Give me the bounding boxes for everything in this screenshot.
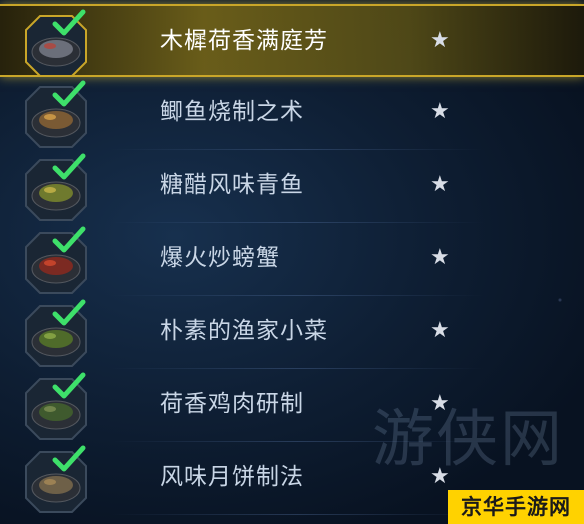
sweet-sour-fish-icon [22,153,90,224]
star-icon: ★ [430,245,450,270]
recipe-name: 爆火炒螃蟹 [160,245,280,271]
mooncakes-icon [22,445,90,516]
recipe-row[interactable]: 朴素的渔家小菜 ★ [0,296,584,369]
checkmark-icon [52,79,86,109]
checkmark-icon [52,444,86,474]
recipe-name: 糖醋风味青鱼 [160,172,304,198]
checkmark-icon [52,152,86,182]
star-icon: ★ [430,318,450,343]
checkmark-icon [52,371,86,401]
fried-crab-icon [22,226,90,297]
recipe-name: 鲫鱼烧制之术 [160,99,304,125]
site-logo: 京华手游网 [448,490,584,524]
lotus-leaf-chicken-icon [22,372,90,443]
recipe-name: 荷香鸡肉研制 [160,391,304,417]
checkmark-icon [52,8,86,38]
star-icon: ★ [430,172,450,197]
checkmark-icon [52,225,86,255]
recipe-row[interactable]: 爆火炒螃蟹 ★ [0,223,584,296]
recipe-row[interactable]: 鲫鱼烧制之术 ★ [0,77,584,150]
braised-fish-icon [22,80,90,151]
watermark: 游侠网 [372,402,565,475]
recipe-panel: 木樨荷香满庭芳 ★ 鲫鱼烧制之术 ★ 糖醋风味青鱼 ★ 爆火炒螃蟹 ★ 朴素的渔家小菜 ★ 荷香鸡肉… [0,0,584,524]
recipe-row[interactable]: 糖醋风味青鱼 ★ [0,150,584,223]
green-tofu-blocks-icon [22,299,90,370]
star-icon: ★ [430,28,450,53]
checkmark-icon [52,298,86,328]
recipe-name: 朴素的渔家小菜 [160,318,328,344]
dark-round-cakes-icon [22,9,90,80]
recipe-name: 木樨荷香满庭芳 [160,28,328,54]
recipe-name: 风味月饼制法 [160,464,304,490]
row-divider [110,514,484,515]
star-icon: ★ [430,99,450,124]
recipe-row[interactable]: 木樨荷香满庭芳 ★ [0,4,584,77]
